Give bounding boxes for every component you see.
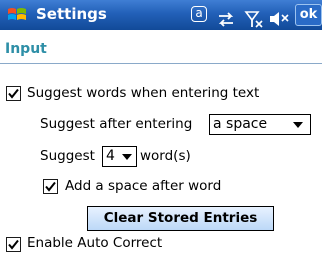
chevron-down-icon (122, 154, 132, 160)
checkmark-icon (8, 239, 19, 250)
clear-stored-entries-button[interactable]: Clear Stored Entries (87, 206, 274, 231)
auto-correct-label: Enable Auto Correct (27, 235, 163, 251)
suggest-after-label: Suggest after entering (40, 116, 193, 132)
add-space-label: Add a space after word (65, 178, 222, 194)
suggest-after-value: a space (213, 116, 268, 132)
sync-icon[interactable] (216, 4, 236, 34)
checkmark-icon (8, 88, 19, 99)
suggest-words-checkbox[interactable] (6, 86, 21, 101)
signal-icon[interactable] (244, 4, 264, 34)
volume-icon[interactable] (267, 4, 291, 34)
suggest-after-dropdown[interactable]: a space (209, 114, 311, 135)
title-bar: Settings a ok (0, 0, 322, 30)
suggest-count-prefix: Suggest (40, 148, 95, 164)
chevron-down-icon (293, 122, 303, 128)
input-mode-indicator[interactable]: a (191, 6, 207, 22)
suggest-count-suffix: word(s) (140, 148, 191, 164)
header-divider (0, 63, 322, 64)
auto-correct-checkbox[interactable] (6, 237, 21, 252)
suggest-count-dropdown[interactable]: 4 (102, 146, 137, 167)
suggest-words-label: Suggest words when entering text (27, 85, 260, 101)
section-title: Input (5, 41, 47, 57)
suggest-count-value: 4 (106, 148, 115, 164)
ok-button[interactable]: ok (295, 4, 322, 26)
add-space-checkbox[interactable] (43, 179, 58, 194)
windows-logo-icon[interactable] (6, 4, 28, 26)
checkmark-icon (45, 181, 56, 192)
window-title: Settings (36, 5, 107, 23)
